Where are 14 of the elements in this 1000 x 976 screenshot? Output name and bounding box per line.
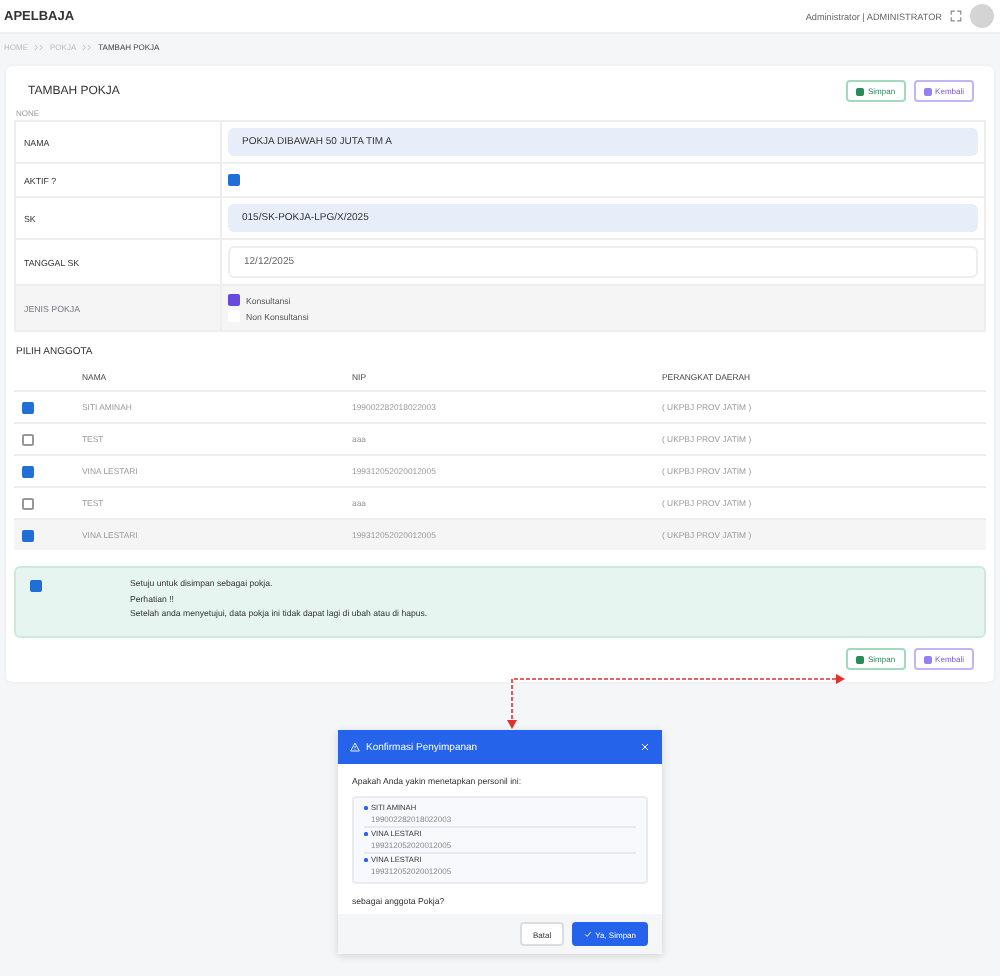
checkbox[interactable] bbox=[22, 529, 34, 541]
checkbox[interactable] bbox=[228, 294, 240, 306]
checkbox[interactable] bbox=[22, 433, 34, 445]
fullscreen-icon[interactable] bbox=[950, 10, 962, 22]
warning-icon bbox=[350, 742, 360, 752]
check-icon bbox=[583, 930, 592, 938]
chevron-icon bbox=[82, 43, 93, 51]
close-icon[interactable] bbox=[640, 742, 650, 752]
checkbox[interactable] bbox=[22, 465, 34, 477]
checkbox[interactable] bbox=[30, 580, 42, 592]
checkbox[interactable] bbox=[228, 174, 240, 186]
checkbox[interactable] bbox=[22, 401, 34, 413]
chevron-icon bbox=[34, 43, 44, 51]
checkbox[interactable] bbox=[22, 497, 34, 509]
